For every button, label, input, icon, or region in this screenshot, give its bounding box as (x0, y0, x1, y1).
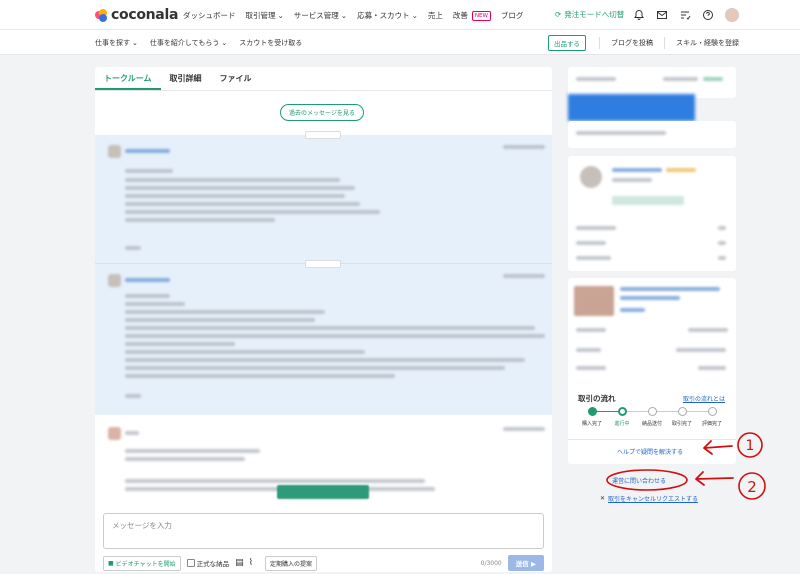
send-button[interactable]: 送信 ▶ (507, 555, 544, 571)
sender-avatar (108, 427, 121, 440)
sender-avatar (108, 274, 121, 287)
step-dot (678, 407, 687, 416)
header-icons (633, 8, 739, 22)
chevron-down-icon: ⌄ (221, 39, 228, 47)
past-messages-button[interactable]: 過去のメッセージを見る (280, 104, 364, 121)
brand-name: coconala (111, 7, 179, 23)
sub-navbar: 仕事を探す ⌄ 仕事を紹介してもらう ⌄ スカウトを受け取る 出品する ブログを投稿… (0, 30, 800, 55)
flow-title: 取引の流れ (578, 394, 616, 403)
progress-line (622, 411, 712, 412)
step-label: 購入完了 (581, 421, 602, 427)
annotation-marker-1 (737, 432, 763, 458)
nav-improve[interactable]: 改善 NEW (453, 10, 491, 21)
checkbox-box[interactable] (186, 559, 195, 567)
date-divider (305, 260, 341, 268)
chevron-down-icon: ⌄ (340, 11, 348, 20)
nav-services[interactable]: サービス管理 ⌄ (294, 10, 347, 21)
floating-notice[interactable] (277, 485, 369, 499)
chevron-down-icon: ⌄ (277, 11, 284, 20)
video-chat-button[interactable]: ■ ビデオチャットを開始 (103, 555, 181, 571)
annotation-arrow-2 (695, 471, 734, 486)
mail-icon[interactable] (656, 9, 668, 21)
document-icon[interactable]: ▤ (235, 558, 244, 568)
blurred-highlight (568, 94, 695, 121)
service-thumbnail (574, 286, 614, 316)
nav-dashboard[interactable]: ダッシュボード (183, 10, 236, 21)
step-label: 取引完了 (671, 421, 692, 427)
subnav-receive-scout[interactable]: スカウトを受け取る (239, 38, 302, 48)
publish-button[interactable]: 出品する (548, 35, 586, 51)
coconala-logo[interactable]: coconala (95, 7, 178, 23)
char-counter: 0/3000 (480, 559, 502, 567)
step-dot (708, 407, 717, 416)
message-block (95, 260, 552, 415)
step-dot (648, 407, 657, 416)
nav-sales[interactable]: 売上 (428, 10, 443, 21)
annotation-number-2: 2 (747, 478, 757, 496)
blog-post-link[interactable]: ブログを投稿 (599, 37, 664, 49)
step-label: 進行中 (614, 421, 630, 427)
chevron-down-icon: ⌄ (411, 11, 418, 20)
user-avatar[interactable] (725, 8, 739, 22)
top-navbar: coconala ダッシュボード 取引管理 ⌄ サービス管理 ⌄ 応募・スカウト ⌄ … (0, 0, 800, 30)
tab-transaction-details[interactable]: 取引詳細 (161, 67, 211, 90)
main-nav: ダッシュボード 取引管理 ⌄ サービス管理 ⌄ 応募・スカウト ⌄ 売上 改善 NEW … (183, 10, 523, 21)
nav-scout[interactable]: 応募・スカウト ⌄ (357, 10, 418, 21)
mode-switch-button[interactable]: ⟳ 発注モードへ切替 (555, 9, 624, 20)
regular-purchase-button[interactable]: 定期購入の提案 (265, 555, 318, 571)
new-badge: NEW (471, 10, 491, 21)
seller-card (568, 156, 736, 271)
checklist-icon[interactable] (679, 9, 691, 21)
help-icon[interactable] (702, 9, 714, 21)
tab-talkroom[interactable]: トークルーム (95, 67, 161, 90)
date-divider (305, 131, 341, 139)
flow-help-link[interactable]: 取引の流れとは (683, 394, 725, 403)
composer-toolbar: ■ ビデオチャットを開始 正式な納品 ▤ ⌇ 定期購入の提案 0/3000 送信… (103, 555, 544, 571)
flow-steps: 購入完了 進行中 納品送付 取引完了 評価完了 (577, 404, 727, 428)
refresh-icon: ⟳ (555, 10, 562, 19)
chevron-down-icon: ⌄ (132, 39, 138, 47)
talk-tabs: トークルーム 取引詳細 ファイル (95, 67, 552, 91)
skill-register-link[interactable]: スキル・経験を登録 (664, 37, 750, 49)
nav-transactions[interactable]: 取引管理 ⌄ (246, 10, 284, 21)
message-input[interactable] (104, 514, 543, 548)
subnav-get-introduced[interactable]: 仕事を紹介してもらう ⌄ (150, 38, 227, 48)
divider (568, 439, 736, 440)
cancel-request-link[interactable]: ✕ 取引をキャンセルリクエストする (600, 494, 698, 503)
step-label: 納品送付 (641, 421, 662, 427)
contact-support-button[interactable]: 運営に問い合わせる (612, 476, 666, 485)
logo-mark-icon (95, 8, 108, 22)
annotation-marker-2 (738, 472, 766, 500)
step-label: 評価完了 (701, 421, 722, 427)
sub-nav: 仕事を探す ⌄ 仕事を紹介してもらう ⌄ スカウトを受け取る (95, 38, 302, 48)
info-card (568, 121, 736, 148)
subnav-find-work[interactable]: 仕事を探す ⌄ (95, 38, 138, 48)
sender-name (125, 278, 170, 282)
tab-files[interactable]: ファイル (211, 67, 261, 90)
official-delivery-checkbox[interactable]: 正式な納品 (186, 558, 229, 568)
transaction-card (568, 278, 736, 464)
sub-actions: 出品する ブログを投稿 スキル・経験を登録 (548, 35, 750, 51)
paperclip-icon[interactable]: ⌇ (249, 558, 253, 568)
bell-icon[interactable] (633, 9, 645, 21)
talkroom-panel: トークルーム 取引詳細 ファイル 過去のメッセージを見る メッセージを入力 ■ … (95, 67, 552, 572)
sender-avatar (108, 145, 121, 158)
step-dot-current (618, 407, 627, 416)
sender-name (125, 149, 170, 153)
seller-avatar (580, 166, 602, 188)
step-dot-done (588, 407, 597, 416)
nav-blog[interactable]: ブログ (501, 10, 524, 21)
message-input-box (103, 513, 544, 549)
annotation-number-1: 1 (746, 438, 755, 454)
help-faq-link[interactable]: ヘルプで疑問を解決する (617, 447, 683, 456)
close-icon: ✕ (600, 495, 606, 502)
video-camera-icon: ■ (108, 559, 114, 567)
message-block (95, 131, 552, 263)
